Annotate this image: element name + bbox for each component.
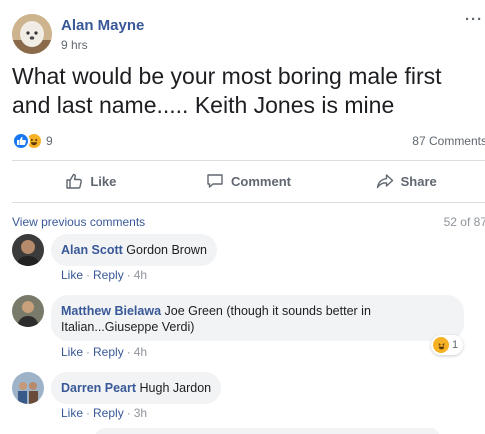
- share-icon: [376, 174, 393, 189]
- divider: [12, 160, 485, 161]
- comment-author[interactable]: Matthew Bielawa: [61, 304, 161, 318]
- comment-reaction-count: 1: [452, 339, 459, 351]
- comment-author[interactable]: Alan Scott: [61, 243, 123, 257]
- comment-text: Gordon Brown: [126, 243, 207, 257]
- next-comment-bubble: [95, 428, 440, 434]
- post-body: What would be your most boring male firs…: [12, 63, 442, 118]
- comment-author[interactable]: Darren Peart: [61, 381, 136, 395]
- comment-button-label: Comment: [231, 173, 291, 189]
- comment-text: Hugh Jardon: [139, 381, 212, 395]
- reaction-count: 9: [46, 134, 53, 148]
- comment-time[interactable]: 3h: [134, 406, 147, 420]
- comment-time[interactable]: 4h: [134, 345, 147, 359]
- haha-icon: [433, 337, 449, 353]
- comment-reply-link[interactable]: Reply: [93, 406, 124, 420]
- more-options-icon[interactable]: ···: [465, 11, 483, 28]
- post-timestamp[interactable]: 9 hrs: [61, 38, 88, 52]
- view-previous-comments-link[interactable]: View previous comments: [12, 215, 145, 229]
- post-actions: Like Comment Share: [12, 164, 485, 198]
- commenter-avatar[interactable]: [12, 295, 44, 327]
- comment-actions: Like · Reply · 4h: [61, 345, 148, 359]
- comment-icon: [207, 174, 223, 188]
- comment-page-count: 52 of 87: [443, 215, 485, 229]
- comment-reply-link[interactable]: Reply: [93, 345, 124, 359]
- divider: [12, 202, 485, 203]
- commenter-avatar[interactable]: [12, 234, 44, 266]
- reaction-summary[interactable]: 9: [12, 131, 53, 151]
- comment-bubble: Alan Scott Gordon Brown: [51, 234, 217, 266]
- like-icon: [12, 132, 30, 150]
- comment-actions: Like · Reply · 4h: [61, 268, 148, 282]
- share-button-label: Share: [400, 173, 437, 189]
- commenter-avatar[interactable]: [12, 372, 44, 404]
- comment-reply-link[interactable]: Reply: [93, 268, 124, 282]
- comment-like-link[interactable]: Like: [61, 268, 83, 282]
- like-button[interactable]: Like: [12, 164, 170, 198]
- share-button[interactable]: Share: [327, 164, 485, 198]
- author-avatar[interactable]: [12, 14, 52, 54]
- comment-bubble: Darren Peart Hugh Jardon: [51, 372, 222, 404]
- facebook-post: Alan Mayne 9 hrs ··· What would be your …: [0, 0, 485, 434]
- comment-like-link[interactable]: Like: [61, 406, 83, 420]
- like-button-label: Like: [90, 173, 117, 189]
- post-author[interactable]: Alan Mayne: [61, 17, 144, 34]
- comment-like-link[interactable]: Like: [61, 345, 83, 359]
- comment-bubble: Matthew Bielawa Joe Green (though it sou…: [51, 295, 464, 341]
- comment-reaction[interactable]: 1: [431, 335, 464, 355]
- comment-button[interactable]: Comment: [170, 164, 328, 198]
- thumbs-up-icon: [66, 173, 83, 189]
- comment-count[interactable]: 87 Comments: [412, 134, 485, 148]
- comment-time[interactable]: 4h: [134, 268, 147, 282]
- comment-actions: Like · Reply · 3h: [61, 406, 148, 420]
